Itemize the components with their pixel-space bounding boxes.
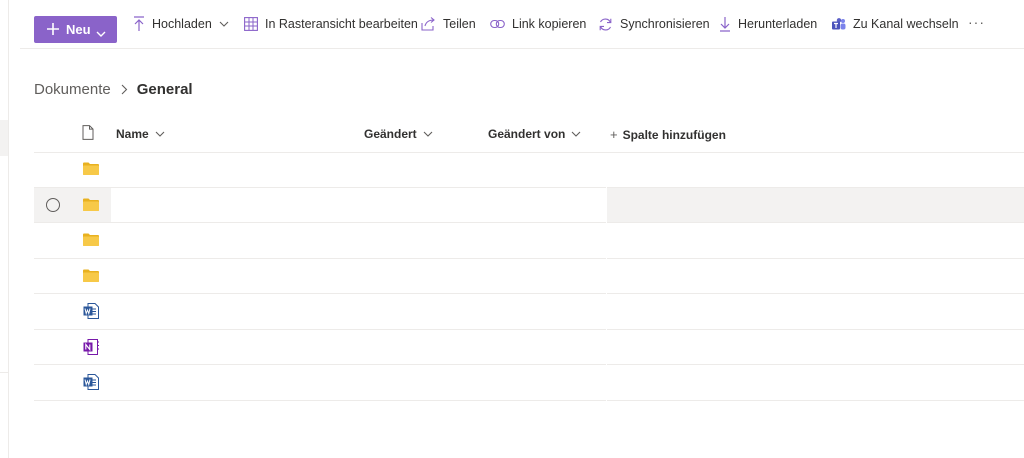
file-list [34, 152, 1024, 401]
left-nav-divider [0, 372, 8, 373]
folder-icon [83, 198, 99, 216]
grid-icon [244, 17, 258, 31]
plus-icon: + [610, 127, 618, 142]
share-button[interactable]: Teilen [421, 14, 476, 34]
chevron-down-icon [155, 131, 165, 137]
download-label: Herunterladen [738, 17, 818, 31]
sync-icon [599, 18, 612, 30]
table-row[interactable] [34, 365, 1024, 401]
more-actions-button[interactable]: ··· [968, 14, 985, 30]
share-icon [421, 17, 435, 31]
table-row[interactable] [34, 294, 1024, 330]
folder-icon [83, 269, 99, 287]
new-button[interactable]: Neu [34, 16, 117, 43]
breadcrumb-documents[interactable]: Dokumente [34, 81, 111, 98]
upload-button[interactable]: Hochladen [133, 14, 236, 34]
copy-link-button[interactable]: Link kopieren [490, 14, 586, 34]
sync-label: Synchronisieren [620, 17, 710, 31]
chevron-down-icon [423, 131, 433, 137]
plus-icon [46, 22, 60, 39]
modified-column-label: Geändert [364, 127, 417, 141]
download-icon [720, 17, 730, 32]
link-icon [490, 19, 505, 29]
table-row[interactable] [34, 187, 1024, 223]
copy-link-label: Link kopieren [512, 17, 587, 31]
name-column-label: Name [116, 127, 149, 141]
word-doc-icon [83, 303, 99, 324]
modified-by-column-header[interactable]: Geändert von [488, 127, 581, 141]
command-bar: Neu Hochladen In Rasteransicht bearbeite… [20, 0, 1024, 49]
share-label: Teilen [443, 17, 476, 31]
switch-to-channel-label: Zu Kanal wechseln [853, 17, 959, 31]
left-navigation-rail [0, 0, 9, 458]
row-select-radio[interactable] [46, 197, 60, 212]
file-type-column-header[interactable] [82, 125, 94, 140]
table-row[interactable] [34, 330, 1024, 365]
switch-to-channel-button[interactable]: Zu Kanal wechseln [832, 14, 959, 34]
teams-icon [832, 17, 846, 29]
chevron-down-icon [219, 21, 229, 27]
word-doc-icon [83, 374, 99, 395]
modified-by-column-label: Geändert von [488, 127, 566, 141]
folder-icon [83, 162, 99, 180]
breadcrumb-current-folder: General [136, 80, 193, 98]
download-button[interactable]: Herunterladen [719, 14, 817, 34]
table-row[interactable] [34, 223, 1024, 259]
chevron-right-icon [121, 84, 128, 95]
name-column-header[interactable]: Name [116, 127, 165, 141]
table-row[interactable] [34, 259, 1024, 294]
column-header-row: Name Geändert Geändert von + Spalte hinz… [34, 118, 1024, 153]
edit-in-grid-view-label: In Rasteransicht bearbeiten [265, 17, 418, 31]
edit-in-grid-view-button[interactable]: In Rasteransicht bearbeiten [244, 14, 418, 34]
add-column-label: Spalte hinzufügen [622, 127, 726, 142]
document-icon [82, 125, 94, 140]
table-row[interactable] [34, 152, 1024, 188]
upload-icon [134, 16, 144, 31]
modified-column-header[interactable]: Geändert [364, 127, 433, 141]
breadcrumb: Dokumente General [34, 79, 193, 99]
folder-icon [83, 233, 99, 251]
chevron-down-icon [96, 26, 106, 41]
sync-button[interactable]: Synchronisieren [598, 14, 710, 34]
onenote-icon [83, 338, 99, 360]
upload-label: Hochladen [152, 17, 212, 31]
left-nav-selected-item[interactable] [0, 120, 8, 156]
add-column-button[interactable]: + Spalte hinzufügen [610, 127, 726, 142]
new-button-label: Neu [66, 22, 91, 37]
chevron-down-icon [571, 131, 581, 137]
